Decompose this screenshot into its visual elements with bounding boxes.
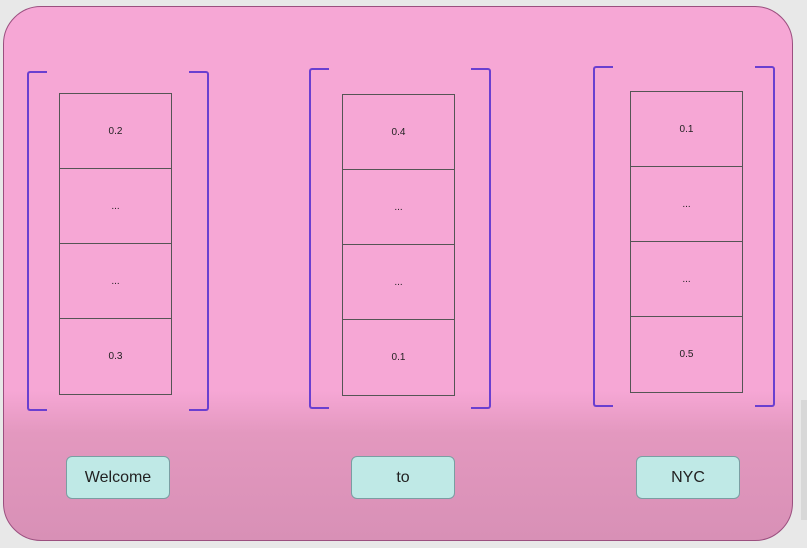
vector-3-cell-3: ... (631, 242, 742, 317)
vector-3-right-bracket (755, 66, 775, 407)
vector-2-right-bracket (471, 68, 491, 409)
vector-1-cell-4: 0.3 (108, 351, 123, 362)
vector-2-left-bracket (309, 68, 329, 409)
vector-1-cell-2: ... (60, 169, 171, 244)
vector-3-cells: 0.1 ... ... 0.5 (630, 91, 743, 393)
vector-2-cell-2: ... (343, 170, 454, 245)
vector-2-cell-1: 0.4 (343, 95, 454, 170)
scrollbar-edge[interactable] (801, 400, 807, 520)
vector-1-left-bracket (27, 71, 47, 411)
word-box-welcome: Welcome (66, 456, 170, 499)
vector-2-cells: 0.4 ... ... 0.1 (342, 94, 455, 396)
vector-2-cell-4: 0.1 (391, 352, 406, 363)
vector-3-left-bracket (593, 66, 613, 407)
vector-3-cell-1: 0.1 (631, 92, 742, 167)
word-box-to: to (351, 456, 455, 499)
word-box-nyc: NYC (636, 456, 740, 499)
vector-1-right-bracket (189, 71, 209, 411)
vector-1-cells: 0.2 ... ... 0.3 (59, 93, 172, 395)
vector-2-cell-3: ... (343, 245, 454, 320)
vector-1-cell-3: ... (60, 244, 171, 319)
vector-3-cell-4: 0.5 (679, 349, 694, 360)
vector-3-cell-2: ... (631, 167, 742, 242)
vector-1-cell-1: 0.2 (60, 94, 171, 169)
